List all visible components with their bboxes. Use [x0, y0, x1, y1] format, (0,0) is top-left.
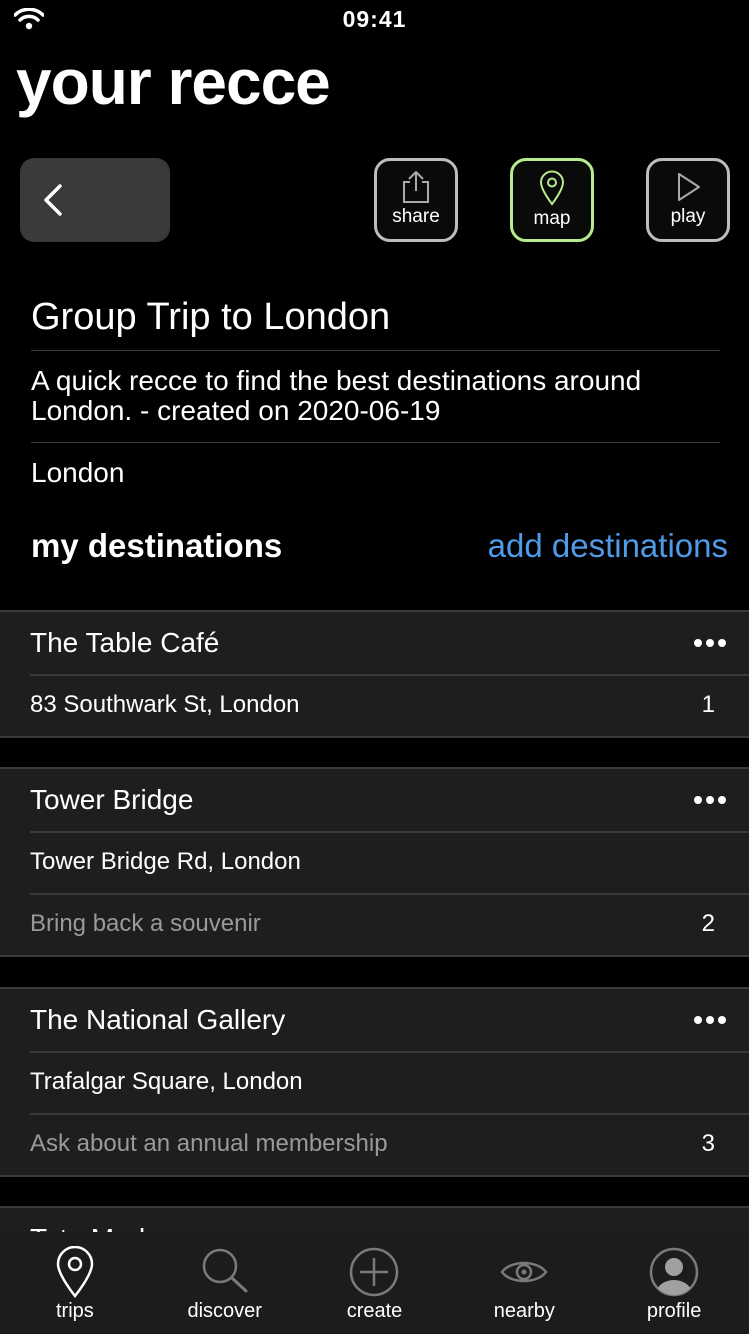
tab-profile[interactable]: profile: [599, 1232, 749, 1334]
page-title: your recce: [16, 46, 331, 118]
tab-label: trips: [56, 1300, 94, 1322]
share-button[interactable]: share: [374, 158, 458, 242]
tab-create[interactable]: create: [300, 1232, 450, 1334]
location-pin-icon: [539, 170, 565, 206]
play-button[interactable]: play: [646, 158, 730, 242]
add-destinations-link[interactable]: add destinations: [488, 526, 728, 566]
tab-trips[interactable]: trips: [0, 1232, 150, 1334]
destination-address-row: Trafalgar Square, London: [0, 1051, 749, 1113]
destination-address-row: 83 Southwark St, London 1: [0, 674, 749, 736]
destination-note: Bring back a souvenir: [30, 910, 261, 937]
more-options-icon[interactable]: [693, 630, 727, 656]
more-options-icon[interactable]: [693, 787, 727, 813]
share-label: share: [392, 206, 440, 227]
avatar-icon: [649, 1247, 699, 1297]
chevron-left-icon: [44, 184, 62, 216]
destination-note-row: Bring back a souvenir 2: [0, 893, 749, 955]
tab-label: profile: [646, 1300, 702, 1322]
search-icon: [202, 1248, 248, 1293]
destination-number: 3: [701, 1130, 715, 1157]
trip-title: Group Trip to London: [31, 296, 391, 338]
plus-circle-icon: [350, 1247, 399, 1297]
destination-number: 1: [701, 691, 715, 718]
destination-address-row: Tower Bridge Rd, London: [0, 831, 749, 893]
tab-discover[interactable]: discover: [150, 1232, 300, 1334]
destination-name: The National Gallery: [30, 1004, 286, 1035]
map-label: map: [533, 208, 571, 229]
map-button[interactable]: map: [510, 158, 594, 242]
tab-label: nearby: [493, 1300, 555, 1322]
tab-nearby[interactable]: nearby: [449, 1232, 599, 1334]
tab-label: discover: [187, 1300, 262, 1322]
destination-name: The Table Café: [30, 627, 220, 658]
status-bar: 09:41: [0, 0, 749, 40]
trip-description: A quick recce to find the best destinati…: [31, 365, 642, 426]
destination-name-row: The National Gallery: [0, 989, 749, 1051]
trip-city: London: [31, 457, 125, 488]
play-icon: [678, 173, 700, 201]
destination-note-row: Ask about an annual membership 3: [0, 1113, 749, 1175]
location-pin-icon: [56, 1246, 94, 1298]
play-label: play: [670, 206, 706, 227]
destination-card[interactable]: The Table Café 83 Southwark St, London 1: [0, 610, 749, 738]
tab-bar: trips discover create nearby profile: [0, 1232, 749, 1334]
destination-card[interactable]: Tower Bridge Tower Bridge Rd, London Bri…: [0, 767, 749, 957]
destination-name-row: Tower Bridge: [0, 769, 749, 831]
destination-number: 2: [701, 910, 715, 937]
share-icon: [403, 171, 429, 203]
divider: [31, 350, 720, 351]
destination-name-row: The Table Café: [0, 612, 749, 674]
divider: [31, 442, 720, 443]
destination-address: Trafalgar Square, London: [30, 1068, 303, 1095]
destinations-heading: my destinations: [31, 527, 283, 564]
destination-address: Tower Bridge Rd, London: [30, 848, 301, 875]
destination-note: Ask about an annual membership: [30, 1130, 388, 1157]
eye-icon: [500, 1261, 548, 1283]
destination-address: 83 Southwark St, London: [30, 691, 300, 718]
destination-card[interactable]: The National Gallery Trafalgar Square, L…: [0, 987, 749, 1177]
back-button[interactable]: [20, 158, 170, 242]
tab-label: create: [346, 1300, 403, 1322]
more-options-icon[interactable]: [693, 1007, 727, 1033]
destination-name: Tower Bridge: [30, 784, 194, 815]
status-time: 09:41: [342, 6, 407, 32]
